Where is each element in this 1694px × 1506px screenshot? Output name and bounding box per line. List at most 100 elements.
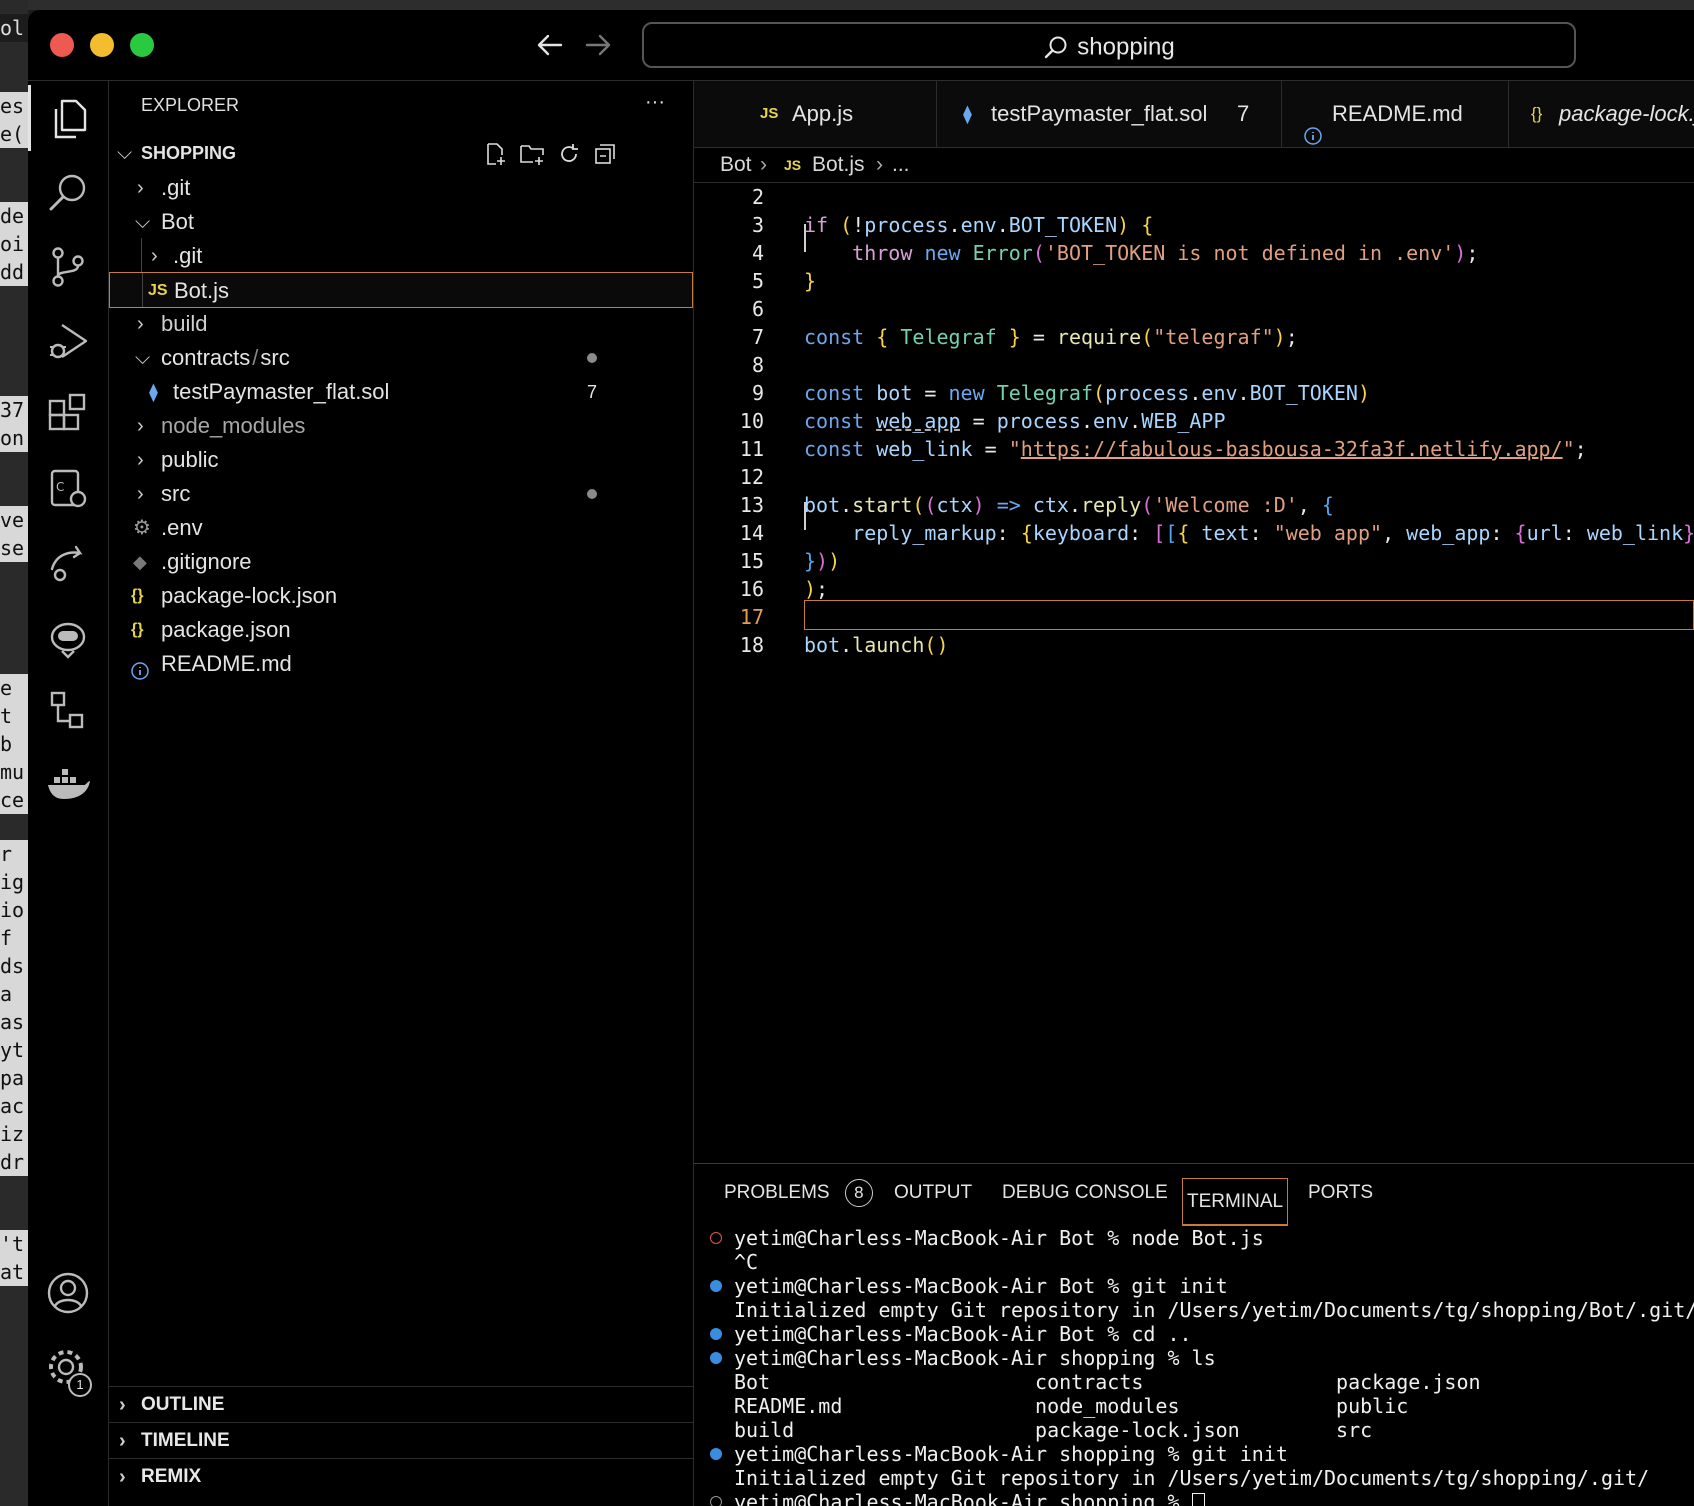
more-actions-button[interactable]: ··· bbox=[645, 91, 665, 114]
files-icon[interactable] bbox=[44, 95, 92, 143]
tab-debug-console[interactable]: DEBUG CONSOLE bbox=[1002, 1164, 1168, 1222]
minimize-window-button[interactable] bbox=[90, 33, 114, 57]
tree-item-public[interactable]: › public bbox=[109, 442, 693, 478]
bg-fragment: 37 bbox=[0, 396, 28, 424]
tree-item-label: src bbox=[161, 481, 191, 506]
activity-bar: C 1 bbox=[28, 81, 109, 1506]
tree-item-label: Bot bbox=[161, 209, 195, 234]
collapse-all-icon[interactable] bbox=[593, 141, 617, 165]
code-line-15: })) bbox=[804, 549, 841, 573]
chevron-right-icon: › bbox=[119, 1466, 126, 1488]
bg-fragment: ol 1 bbox=[0, 14, 28, 42]
git-icon: ◆ bbox=[133, 552, 147, 572]
terminal-line: Initialized empty Git repository in /Use… bbox=[734, 1466, 1650, 1490]
command-center-search[interactable]: shopping bbox=[642, 22, 1576, 68]
refresh-icon[interactable] bbox=[557, 141, 581, 165]
tab-label: package-lock.js bbox=[1559, 101, 1694, 126]
tree-item-label: README.md bbox=[161, 651, 292, 676]
new-file-icon[interactable] bbox=[483, 141, 507, 165]
bg-fragment: ac bbox=[0, 1092, 28, 1120]
maximize-window-button[interactable] bbox=[130, 33, 154, 57]
section-outline[interactable]: › OUTLINE bbox=[109, 1386, 693, 1423]
workspace-root[interactable]: ⌵ SHOPPING bbox=[109, 135, 693, 171]
breadcrumb-file[interactable]: Bot.js bbox=[812, 148, 865, 182]
live-share-icon[interactable] bbox=[44, 539, 92, 587]
tree-item-package-json[interactable]: {} package.json bbox=[109, 612, 693, 648]
chevron-down-icon: ⌵ bbox=[117, 142, 133, 164]
section-label: TIMELINE bbox=[141, 1430, 230, 1451]
bg-fragment: yt bbox=[0, 1036, 28, 1064]
tree-item-package-lock[interactable]: {} package-lock.json bbox=[109, 578, 693, 614]
gear-icon[interactable]: 1 bbox=[44, 1345, 92, 1397]
new-folder-icon[interactable] bbox=[519, 141, 545, 165]
copilot-icon[interactable] bbox=[44, 613, 92, 661]
code-editor[interactable]: 2 3 4 5 6 7 8 9 10 11 12 13 14 15 16 17 … bbox=[694, 182, 1694, 1162]
extensions-icon[interactable] bbox=[44, 391, 92, 439]
section-timeline[interactable]: › TIMELINE bbox=[109, 1422, 693, 1459]
tab-testpaymaster[interactable]: ⧫ testPaymaster_flat.sol 7 bbox=[937, 81, 1282, 147]
tree-item-src[interactable]: › src bbox=[109, 476, 693, 512]
tab-terminal[interactable]: TERMINAL bbox=[1182, 1178, 1289, 1226]
chevron-right-icon: › bbox=[119, 1394, 126, 1416]
chevron-right-icon: › bbox=[876, 153, 883, 176]
tree-item-node-modules[interactable]: › node_modules bbox=[109, 408, 693, 444]
bg-fragment: ve bbox=[0, 506, 28, 534]
remote-explorer-icon[interactable]: C bbox=[44, 465, 92, 513]
bg-fragment: t bbox=[0, 702, 28, 730]
tree-item-readme[interactable]: README.md bbox=[109, 646, 693, 682]
bg-fragment: pa bbox=[0, 1064, 28, 1092]
bg-fragment: on bbox=[0, 424, 28, 452]
tab-readme[interactable]: README.md bbox=[1282, 81, 1509, 147]
line-number: 15 bbox=[739, 549, 764, 573]
tree-item-bot[interactable]: ⌵ Bot bbox=[109, 204, 693, 240]
source-control-icon[interactable] bbox=[44, 243, 92, 291]
tab-problems[interactable]: PROBLEMS 8 bbox=[724, 1164, 873, 1222]
run-debug-icon[interactable] bbox=[44, 317, 92, 365]
tree-item-bot-js[interactable]: JS Bot.js bbox=[109, 272, 693, 308]
breadcrumb-folder[interactable]: Bot bbox=[720, 148, 752, 182]
tree-item-testpaymaster[interactable]: ⧫ testPaymaster_flat.sol 7 bbox=[109, 374, 693, 410]
chevron-right-icon: › bbox=[137, 313, 144, 335]
bg-fragment: b bbox=[0, 730, 28, 758]
tree-item-contracts-src[interactable]: ⌵ contracts/src bbox=[109, 340, 693, 376]
chevron-right-icon: › bbox=[137, 449, 144, 471]
search-icon[interactable] bbox=[44, 169, 92, 217]
terminal-cursor[interactable] bbox=[1191, 1492, 1205, 1506]
tree-item-gitignore[interactable]: ◆ .gitignore bbox=[109, 544, 693, 580]
settings-badge: 1 bbox=[68, 1373, 92, 1397]
tree-item-env[interactable]: ⚙ .env bbox=[109, 510, 693, 546]
problems-badge: 7 bbox=[587, 382, 598, 402]
info-icon bbox=[131, 655, 149, 680]
section-remix[interactable]: › REMIX bbox=[109, 1458, 693, 1495]
close-window-button[interactable] bbox=[50, 33, 74, 57]
breadcrumb-symbol[interactable]: ... bbox=[892, 148, 910, 182]
line-number: 11 bbox=[739, 437, 764, 461]
panel-tab-label: PROBLEMS bbox=[724, 1182, 830, 1203]
command-pending-dot bbox=[710, 1496, 722, 1506]
account-icon[interactable] bbox=[44, 1269, 92, 1317]
arrow-right-icon[interactable] bbox=[581, 28, 615, 62]
tree-item-bot-git[interactable]: › .git bbox=[109, 238, 693, 274]
docker-icon[interactable] bbox=[44, 761, 92, 809]
json-icon: {} bbox=[131, 587, 144, 604]
tree-item-git[interactable]: › .git bbox=[109, 170, 693, 206]
tree-item-build[interactable]: › build bbox=[109, 306, 693, 342]
bg-fragment: e bbox=[0, 674, 28, 702]
code-line-7: const { Telegraf } = require("telegraf")… bbox=[804, 325, 1298, 349]
chevron-right-icon: › bbox=[137, 415, 144, 437]
tab-ports[interactable]: PORTS bbox=[1308, 1164, 1373, 1222]
code-line-3: if (!process.env.BOT_TOKEN) { bbox=[804, 213, 1154, 237]
line-number: 2 bbox=[751, 185, 764, 209]
current-line-highlight bbox=[804, 600, 1694, 630]
line-number: 16 bbox=[739, 577, 764, 601]
tab-output[interactable]: OUTPUT bbox=[894, 1164, 972, 1222]
section-label: OUTLINE bbox=[141, 1394, 225, 1415]
arrow-left-icon[interactable] bbox=[533, 28, 567, 62]
tab-label: README.md bbox=[1332, 101, 1463, 126]
terminal-line: yetim@Charless-MacBook-Air shopping % ls bbox=[734, 1346, 1216, 1370]
tab-package-lock[interactable]: {} package-lock.js bbox=[1509, 81, 1694, 147]
connections-icon[interactable] bbox=[44, 687, 92, 735]
tab-app-js[interactable]: JS App.js bbox=[738, 81, 937, 147]
error-icon bbox=[710, 1232, 722, 1244]
chevron-right-icon: › bbox=[151, 245, 158, 267]
